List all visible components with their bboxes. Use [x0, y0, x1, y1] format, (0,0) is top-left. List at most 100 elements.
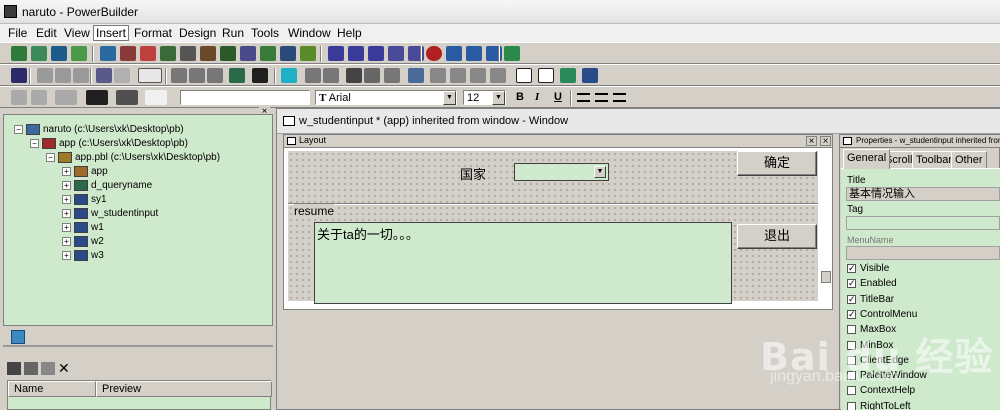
italic-button[interactable]: I — [535, 91, 539, 103]
size-icon[interactable] — [450, 68, 466, 83]
text-icon[interactable] — [171, 68, 187, 83]
menu-format[interactable]: Format — [133, 26, 173, 40]
tab-order-icon[interactable] — [305, 68, 321, 83]
copy-icon[interactable] — [24, 362, 38, 375]
target-icon[interactable] — [348, 46, 364, 61]
binoculars-icon[interactable] — [346, 68, 362, 83]
statictext-icon[interactable] — [516, 68, 532, 83]
tab-general[interactable]: General — [843, 149, 891, 169]
space-icon[interactable] — [470, 68, 486, 83]
menu-help[interactable]: Help — [336, 26, 363, 40]
menu-view[interactable]: View — [63, 26, 91, 40]
checkbox-titlebar[interactable]: ✓ — [847, 294, 856, 304]
tree-item-window[interactable]: + w_studentinput — [62, 207, 158, 220]
text-color-icon[interactable] — [86, 90, 108, 105]
color-picker-icon[interactable] — [145, 90, 167, 105]
menu-tools[interactable]: Tools — [250, 26, 280, 40]
menu-edit[interactable]: Edit — [35, 26, 58, 40]
run-debug-icon[interactable] — [466, 46, 482, 61]
menu-run[interactable]: Run — [221, 26, 245, 40]
align-icon[interactable] — [384, 68, 400, 83]
mask-icon[interactable] — [490, 68, 506, 83]
border-icon[interactable] — [55, 90, 77, 105]
tree-item-window[interactable]: + sy1 — [62, 193, 107, 206]
tree-item-window[interactable]: + w3 — [62, 249, 104, 262]
rename-icon[interactable] — [41, 362, 55, 375]
close-icon[interactable]: × — [820, 136, 831, 147]
bring-front-icon[interactable] — [11, 90, 27, 105]
skip-icon[interactable] — [280, 46, 296, 61]
tab-other[interactable]: Other — [951, 151, 987, 169]
paste-icon[interactable] — [73, 68, 89, 83]
script-icon[interactable] — [207, 68, 223, 83]
tree-item-window[interactable]: + w2 — [62, 235, 104, 248]
tree-item-window[interactable]: + w1 — [62, 221, 104, 234]
column-header-preview[interactable]: Preview — [96, 381, 272, 397]
confirm-button[interactable]: 确定 — [737, 151, 817, 176]
stop-icon[interactable] — [426, 46, 442, 61]
menu-window[interactable]: Window — [287, 26, 332, 40]
db-profile-icon[interactable] — [120, 46, 136, 61]
menu-design[interactable]: Design — [178, 26, 217, 40]
window-canvas[interactable]: 国家 ▼ 确定 resume 关于ta的一切。。。 退出 — [288, 151, 818, 304]
groupbox-icon[interactable] — [582, 68, 598, 83]
font-selector[interactable]: T Arial ▼ — [315, 90, 457, 105]
delete-icon[interactable]: ✕ — [58, 361, 70, 375]
incremental-build-icon[interactable] — [220, 46, 236, 61]
country-dropdown[interactable]: ▼ — [514, 163, 609, 181]
scroll-thumb[interactable] — [821, 271, 831, 283]
new-icon[interactable] — [11, 46, 27, 61]
deploy-icon[interactable] — [260, 46, 276, 61]
align-center-icon[interactable] — [595, 93, 608, 102]
run-icon[interactable] — [446, 46, 462, 61]
library-icon[interactable] — [71, 46, 87, 61]
menuname-input[interactable] — [846, 246, 1000, 260]
menu-file[interactable]: File — [7, 26, 28, 40]
style-input[interactable] — [180, 90, 310, 105]
system-tree-icon[interactable] — [388, 46, 404, 61]
bold-button[interactable]: B — [516, 91, 524, 103]
tree-item-workspace[interactable]: − naruto (c:\Users\xk\Desktop\pb) — [14, 123, 184, 136]
group-icon[interactable] — [323, 68, 339, 83]
chevron-down-icon[interactable]: ▼ — [443, 91, 456, 105]
exit-icon[interactable] — [504, 46, 520, 61]
send-back-icon[interactable] — [31, 90, 47, 105]
debug-icon[interactable] — [140, 46, 156, 61]
underline-button[interactable]: U — [554, 91, 562, 103]
cut-icon[interactable] — [37, 68, 53, 83]
splitter[interactable] — [3, 345, 273, 347]
exit-button[interactable]: 退出 — [737, 224, 817, 249]
align-right-icon[interactable] — [613, 93, 626, 102]
full-build-icon[interactable] — [240, 46, 256, 61]
column-header-name[interactable]: Name — [8, 381, 96, 397]
resume-textbox[interactable]: 关于ta的一切。。。 — [314, 222, 732, 304]
todo-icon[interactable] — [200, 46, 216, 61]
chevron-down-icon[interactable]: ▼ — [492, 91, 505, 105]
open-icon[interactable] — [51, 46, 67, 61]
font-size-selector[interactable]: 12 ▼ — [463, 90, 506, 105]
save-icon[interactable] — [11, 68, 27, 83]
checkbox-contexthelp[interactable] — [847, 386, 856, 396]
checkbox-righttoleft[interactable] — [847, 401, 856, 410]
match-icon[interactable] — [364, 68, 380, 83]
checkbox-visible[interactable]: ✓ — [847, 264, 856, 273]
tag-input[interactable] — [846, 216, 1000, 230]
paste-icon[interactable] — [7, 362, 21, 375]
chevron-down-icon[interactable]: ▼ — [594, 166, 606, 178]
control-list-icon[interactable] — [430, 68, 446, 83]
browser-icon[interactable] — [160, 46, 176, 61]
inherit-icon[interactable] — [31, 46, 47, 61]
object-icon[interactable] — [328, 46, 344, 61]
tree-item-library[interactable]: − app.pbl (c:\Users\xk\Desktop\pb) — [46, 151, 220, 164]
delete-icon[interactable] — [252, 68, 268, 83]
checkmark-icon[interactable] — [300, 46, 316, 61]
editmask-icon[interactable] — [538, 68, 554, 83]
close-icon[interactable]: × — [806, 136, 817, 147]
tab-toolbar[interactable]: Toolbar — [912, 151, 957, 169]
undo-icon[interactable] — [96, 68, 112, 83]
title-input[interactable]: 基本情况输入 — [846, 187, 1000, 201]
checkbox-controlmenu[interactable]: ✓ — [847, 309, 856, 319]
preview-icon[interactable] — [189, 68, 205, 83]
copy-icon[interactable] — [55, 68, 71, 83]
database-icon[interactable] — [100, 46, 116, 61]
